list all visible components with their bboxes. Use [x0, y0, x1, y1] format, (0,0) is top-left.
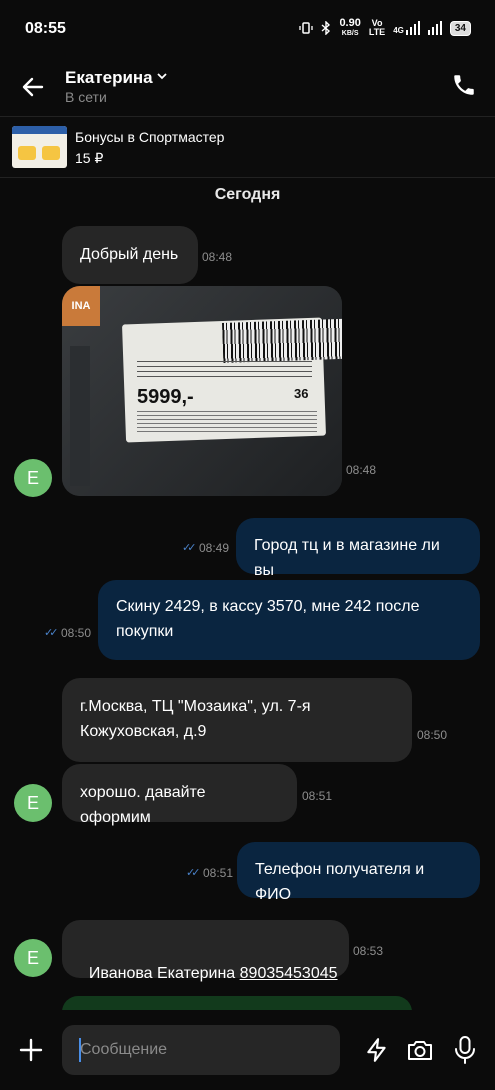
message-text: Иванова Екатерина — [88, 965, 240, 982]
message-time: 08:53 — [353, 944, 384, 958]
network-4g-label: 4G — [393, 26, 404, 35]
message-text-line: покупки — [116, 623, 174, 640]
message-outgoing[interactable]: Скину 2429, в кассу 3570, мне 242 после … — [98, 580, 480, 660]
read-receipt-icon: ✓✓ — [44, 627, 59, 639]
status-time: 08:55 — [25, 20, 66, 37]
message-time: 08:48 — [346, 463, 377, 477]
message-text-line: Кожуховская, д.9 — [80, 723, 207, 740]
chevron-down-icon[interactable] — [156, 70, 168, 82]
message-text-line: г.Москва, ТЦ "Мозаика", ул. 7-я — [80, 698, 311, 715]
message-time: 08:51 — [203, 866, 234, 880]
message-incoming[interactable]: г.Москва, ТЦ "Мозаика", ул. 7-я Кожуховс… — [62, 678, 412, 762]
attach-button[interactable] — [18, 1037, 44, 1063]
contact-status: В сети — [65, 89, 107, 105]
message-photo[interactable]: INA 5999,- 36 — [62, 286, 342, 496]
vibrate-icon — [299, 21, 314, 35]
date-separator: Сегодня — [214, 186, 281, 203]
message-time: 08:49 — [199, 541, 230, 555]
read-receipt-icon: ✓✓ — [182, 542, 197, 554]
promo-amount: 15 ₽ — [75, 150, 104, 166]
chat-header: Екатерина В сети — [0, 56, 495, 116]
read-receipt-icon: ✓✓ — [186, 867, 201, 879]
message-outgoing[interactable]: Телефон получателя и ФИО — [237, 842, 480, 903]
phone-link[interactable]: 89035453045 — [240, 965, 338, 982]
back-button[interactable] — [20, 74, 46, 100]
camera-icon — [408, 1041, 432, 1060]
phone-icon — [454, 75, 474, 95]
text-caret — [79, 1038, 81, 1062]
signal-4g: 4G — [393, 21, 420, 35]
photo-badge: INA — [62, 286, 100, 326]
speed-value: 0.90 — [339, 17, 361, 29]
battery-indicator: 34 — [449, 20, 471, 36]
message-text: Город тц и в магазине ли вы — [254, 537, 440, 579]
avatar[interactable]: Е — [14, 939, 52, 977]
plus-icon — [19, 1038, 43, 1062]
speed-unit: KB/S — [341, 30, 359, 37]
microphone-icon — [455, 1036, 475, 1064]
voice-button[interactable] — [452, 1035, 478, 1065]
quick-action-button[interactable] — [364, 1037, 390, 1063]
promo-banner[interactable]: Бонусы в Спортмастер 15 ₽ — [0, 116, 495, 178]
message-input[interactable] — [62, 1025, 340, 1075]
message-time: 08:51 — [302, 789, 333, 803]
promo-thumbnail — [12, 126, 67, 168]
composer — [0, 1010, 495, 1090]
volte-indicator: Vo LTE — [369, 19, 385, 37]
photo-price: 5999,- — [137, 386, 194, 408]
photo-size: 36 — [294, 386, 309, 401]
message-text: хорошо. давайте оформим — [80, 784, 206, 826]
status-bar: 08:55 0.90 KB/S Vo LTE 4G 34 — [0, 0, 495, 56]
call-button[interactable] — [451, 72, 477, 98]
message-text-line: Скину 2429, в кассу 3570, мне 242 после — [116, 598, 420, 615]
message-time: 08:48 — [202, 250, 233, 264]
contact-name[interactable]: Екатерина — [65, 68, 153, 88]
lightning-icon — [367, 1038, 386, 1062]
signal-icon — [405, 21, 420, 35]
network-speed: 0.90 KB/S — [339, 18, 360, 38]
signal-icon-2 — [427, 21, 442, 35]
avatar[interactable]: Е — [14, 459, 52, 497]
message-incoming[interactable]: Иванова Екатерина 89035453045 — [62, 920, 349, 982]
message-time: 08:50 — [417, 728, 448, 742]
message-text: Добрый день — [80, 246, 179, 263]
lte-label: LTE — [368, 27, 386, 37]
message-text: Телефон получателя и ФИО — [255, 861, 425, 903]
message-incoming[interactable]: хорошо. давайте оформим — [62, 764, 297, 826]
message-time: 08:50 — [61, 626, 92, 640]
promo-title: Бонусы в Спортмастер — [75, 129, 225, 145]
camera-button[interactable] — [406, 1037, 434, 1063]
bluetooth-icon — [321, 21, 331, 35]
status-icons: 0.90 KB/S Vo LTE 4G 34 — [299, 18, 471, 38]
avatar[interactable]: Е — [14, 784, 52, 822]
message-outgoing[interactable]: Город тц и в магазине ли вы — [236, 518, 480, 579]
message-incoming[interactable]: Добрый день — [62, 226, 198, 284]
arrow-left-icon — [22, 77, 44, 97]
